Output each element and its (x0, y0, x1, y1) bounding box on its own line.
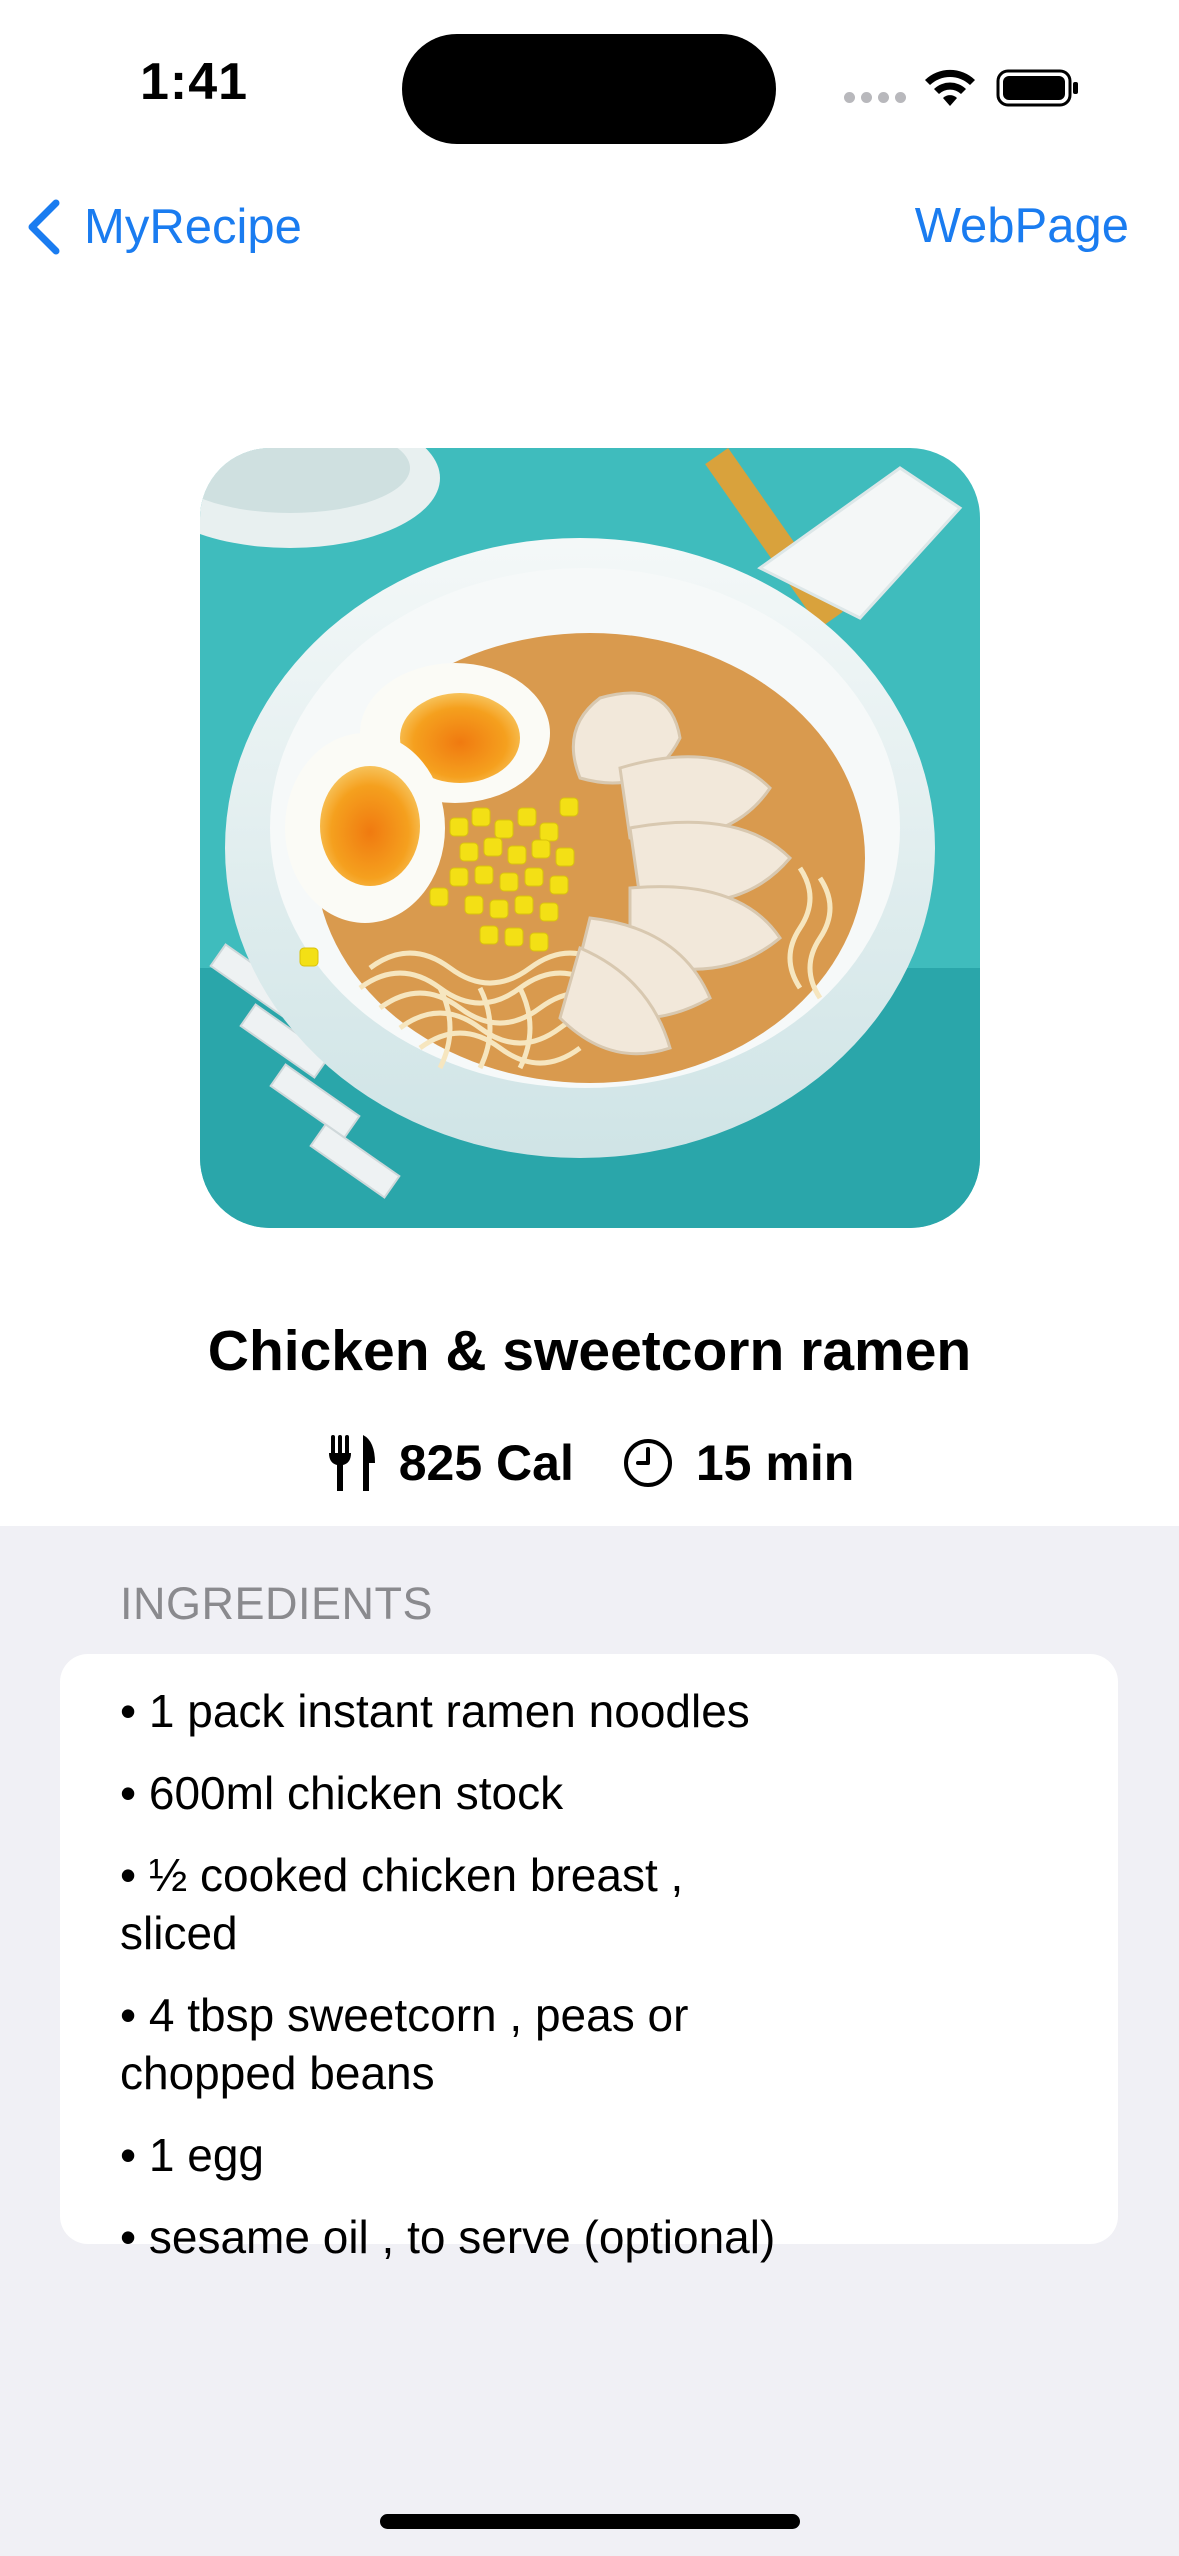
chevron-left-icon (28, 199, 60, 255)
back-button-label: MyRecipe (84, 200, 302, 254)
wifi-icon (925, 69, 975, 106)
ingredient-list: • 1 pack instant ramen noodles • 600ml c… (60, 1654, 1118, 2266)
clock-icon (623, 1439, 672, 1487)
recipe-photo (200, 448, 980, 1228)
ingredients-card: • 1 pack instant ramen noodles • 600ml c… (60, 1654, 1118, 2263)
time-info: 15 min (622, 1433, 854, 1493)
back-button[interactable]: MyRecipe (22, 192, 302, 262)
ingredient-item: • 4 tbsp sweetcorn , peas or chopped bea… (120, 1989, 689, 2099)
recipe-meta: 825 Cal 15 min (0, 1428, 1179, 1498)
ingredient-item: • ½ cooked chicken breast , sliced (120, 1849, 684, 1959)
status-time: 1:41 (140, 53, 249, 111)
ingredient-item: • 1 pack instant ramen noodles (120, 1685, 750, 1737)
ingredient-item: • 600ml chicken stock (120, 1767, 564, 1819)
ingredient-item: • sesame oil , to serve (optional) (120, 2211, 776, 2263)
battery-icon (996, 69, 1078, 107)
navigation-bar: MyRecipe WebPage (0, 170, 1179, 290)
cellular-signal-icon (844, 92, 906, 104)
calories-text: 825 Cal (398, 1435, 574, 1491)
ingredient-item: • 1 egg (120, 2129, 264, 2181)
dynamic-island (402, 34, 776, 144)
fork-knife-icon (328, 1435, 375, 1491)
webpage-button[interactable]: WebPage (915, 198, 1129, 254)
ingredients-header: INGREDIENTS (120, 1578, 434, 1629)
recipe-title: Chicken & sweetcorn ramen (207, 1319, 972, 1383)
home-indicator[interactable] (380, 2514, 800, 2529)
time-text: 15 min (695, 1435, 855, 1491)
status-bar: 1:41 (0, 0, 1179, 170)
calories-info: 825 Cal (325, 1433, 574, 1493)
